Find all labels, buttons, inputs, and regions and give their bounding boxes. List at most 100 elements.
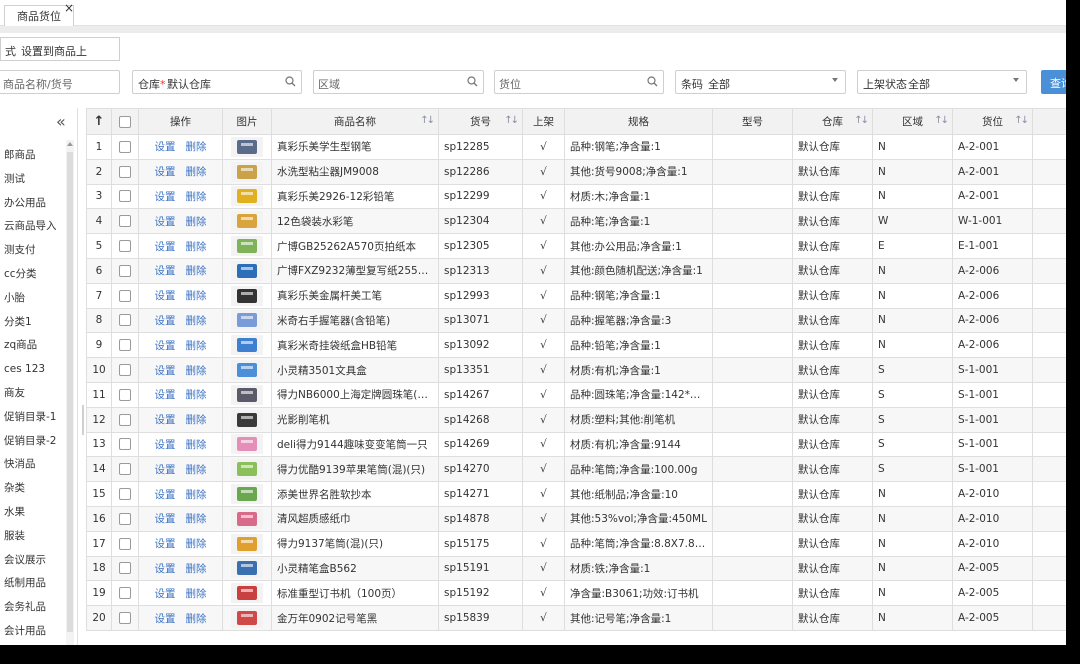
delete-link[interactable]: 删除 <box>186 588 207 600</box>
table-row[interactable]: 18 设置 删除 小灵精笔盒B562 sp15191 √ 材质:铁;净含量:1 默认仓库 N A-… <box>86 555 1066 582</box>
sort-icon[interactable]: ↑↓ <box>1014 115 1029 126</box>
delete-link[interactable]: 删除 <box>186 563 207 575</box>
set-link[interactable]: 设置 <box>155 340 176 352</box>
table-row[interactable]: 9 设置 删除 真彩米奇挂袋纸盒HB铅笔 sp13092 √ 品种:铅笔;净含量:1 默认仓库… <box>86 332 1066 359</box>
product-thumbnail[interactable] <box>231 186 263 207</box>
sidebar-category-item[interactable]: 会计用品 <box>4 620 66 644</box>
row-checkbox-cell[interactable] <box>111 505 139 532</box>
warehouse-select[interactable]: 仓库* 默认仓库 <box>132 70 302 94</box>
row-checkbox[interactable] <box>119 215 131 228</box>
row-checkbox[interactable] <box>119 537 131 550</box>
product-thumbnail[interactable] <box>231 384 263 405</box>
product-thumbnail[interactable] <box>231 285 263 306</box>
up-arrow-icon[interactable]: ↑ <box>94 114 105 129</box>
set-link[interactable]: 设置 <box>155 216 176 228</box>
sidebar-category-item[interactable]: 水果 <box>4 501 66 525</box>
delete-link[interactable]: 删除 <box>186 414 207 426</box>
delete-link[interactable]: 删除 <box>186 241 207 253</box>
product-thumbnail[interactable] <box>231 434 263 455</box>
product-thumbnail[interactable] <box>231 608 263 629</box>
set-link[interactable]: 设置 <box>155 141 176 153</box>
product-thumbnail[interactable] <box>231 484 263 505</box>
row-checkbox[interactable] <box>119 463 131 476</box>
row-checkbox[interactable] <box>119 612 131 625</box>
col-name[interactable]: 商品名称 ↑↓ <box>271 108 439 135</box>
set-link[interactable]: 设置 <box>155 265 176 277</box>
row-checkbox-cell[interactable] <box>111 431 139 458</box>
table-row[interactable]: 3 设置 删除 真彩乐美2926-12彩铅笔 sp12299 √ 材质:木;净含量:1 默认仓… <box>86 183 1066 210</box>
product-thumbnail[interactable] <box>231 409 263 430</box>
row-checkbox[interactable] <box>119 339 131 352</box>
sidebar-category-item[interactable]: 会议展示 <box>4 549 66 573</box>
row-checkbox-cell[interactable] <box>111 282 139 309</box>
product-thumbnail[interactable] <box>231 583 263 604</box>
shelf-status-select[interactable]: 上架状态 全部 <box>857 70 1027 94</box>
delete-link[interactable]: 删除 <box>186 166 207 178</box>
sidebar-category-item[interactable]: 促销目录-1 <box>4 406 66 430</box>
product-thumbnail[interactable] <box>231 260 263 281</box>
table-row[interactable]: 1 设置 删除 真彩乐美学生型钢笔 sp12285 √ 品种:钢笔;净含量:1 默认仓库 N A-… <box>86 134 1066 160</box>
row-checkbox[interactable] <box>119 240 131 253</box>
row-checkbox[interactable] <box>119 488 131 501</box>
set-link[interactable]: 设置 <box>155 241 176 253</box>
table-row[interactable]: 12 设置 删除 光影削笔机 sp14268 √ 材质:塑料;其他:削笔机 默认仓库 S S-1-… <box>86 406 1066 433</box>
product-thumbnail[interactable] <box>231 310 263 331</box>
delete-link[interactable]: 删除 <box>186 340 207 352</box>
row-checkbox[interactable] <box>119 364 131 377</box>
row-checkbox-cell[interactable] <box>111 605 139 631</box>
barcode-select[interactable]: 条码 全部 <box>675 70 846 94</box>
row-checkbox-cell[interactable] <box>111 357 139 383</box>
select-all-checkbox[interactable] <box>119 115 131 128</box>
sidebar-category-item[interactable]: 服装 <box>4 525 66 549</box>
sidebar-category-item[interactable]: 云商品导入 <box>4 215 66 239</box>
delete-link[interactable]: 删除 <box>186 365 207 377</box>
row-checkbox[interactable] <box>119 314 131 327</box>
table-row[interactable]: 13 设置 删除 deli得力9144趣味变变笔筒一只 sp14269 √ 材质:有机;净含… <box>86 431 1066 458</box>
row-checkbox[interactable] <box>119 289 131 302</box>
set-link[interactable]: 设置 <box>155 290 176 302</box>
sidebar-category-item[interactable]: 杂类 <box>4 477 66 501</box>
delete-link[interactable]: 删除 <box>186 290 207 302</box>
product-thumbnail[interactable] <box>231 161 263 182</box>
table-row[interactable]: 17 设置 删除 得力9137笔筒(混)(只) sp15175 √ 品种:笔筒;净含量:8.… <box>86 530 1066 557</box>
row-checkbox[interactable] <box>119 413 131 426</box>
delete-link[interactable]: 删除 <box>186 265 207 277</box>
row-checkbox-cell[interactable] <box>111 406 139 433</box>
set-link[interactable]: 设置 <box>155 588 176 600</box>
col-area[interactable]: 区域 ↑↓ <box>872 108 953 135</box>
table-row[interactable]: 16 设置 删除 清风超质感纸巾 sp14878 √ 其他:53%vol;净含量:450ML… <box>86 505 1066 532</box>
sidebar-category-item[interactable]: 小胎 <box>4 287 66 311</box>
product-thumbnail[interactable] <box>231 335 263 356</box>
area-input[interactable]: 区域 <box>313 70 484 94</box>
row-checkbox-cell[interactable] <box>111 381 139 408</box>
delete-link[interactable]: 删除 <box>186 315 207 327</box>
row-checkbox[interactable] <box>119 140 131 153</box>
set-link[interactable]: 设置 <box>155 191 176 203</box>
sidebar-scrollbar[interactable] <box>66 140 74 645</box>
set-link[interactable]: 设置 <box>155 513 176 525</box>
chevron-down-icon[interactable] <box>1013 78 1019 82</box>
product-thumbnail[interactable] <box>231 236 263 257</box>
row-checkbox-cell[interactable] <box>111 134 139 160</box>
set-link[interactable]: 设置 <box>155 489 176 501</box>
set-link[interactable]: 设置 <box>155 613 176 625</box>
sidebar-category-item[interactable]: 快消品 <box>4 453 66 477</box>
row-checkbox[interactable] <box>119 438 131 451</box>
search-icon[interactable] <box>647 76 658 87</box>
product-thumbnail[interactable] <box>231 136 263 157</box>
table-row[interactable]: 14 设置 删除 得力优酷9139苹果笔筒(混)(只) sp14270 √ 品种:笔筒;净含… <box>86 456 1066 483</box>
row-checkbox-cell[interactable] <box>111 580 139 607</box>
pane-splitter[interactable] <box>82 405 84 435</box>
product-thumbnail[interactable] <box>231 360 263 381</box>
table-row[interactable]: 11 设置 删除 得力NB6000上海定牌圆珠笔(65支) sp14267 √ 品种:圆珠笔… <box>86 381 1066 408</box>
delete-link[interactable]: 删除 <box>186 613 207 625</box>
search-icon[interactable] <box>285 76 296 87</box>
tab-close-icon[interactable]: × <box>64 2 74 14</box>
row-checkbox-cell[interactable] <box>111 158 139 185</box>
delete-link[interactable]: 删除 <box>186 489 207 501</box>
sidebar-category-item[interactable]: 会务礼品 <box>4 596 66 620</box>
set-link[interactable]: 设置 <box>155 365 176 377</box>
scrollbar-thumb[interactable] <box>67 152 73 632</box>
sidebar-category-item[interactable]: 郎商品 <box>4 144 66 168</box>
query-button[interactable]: 查询 <box>1041 70 1066 94</box>
